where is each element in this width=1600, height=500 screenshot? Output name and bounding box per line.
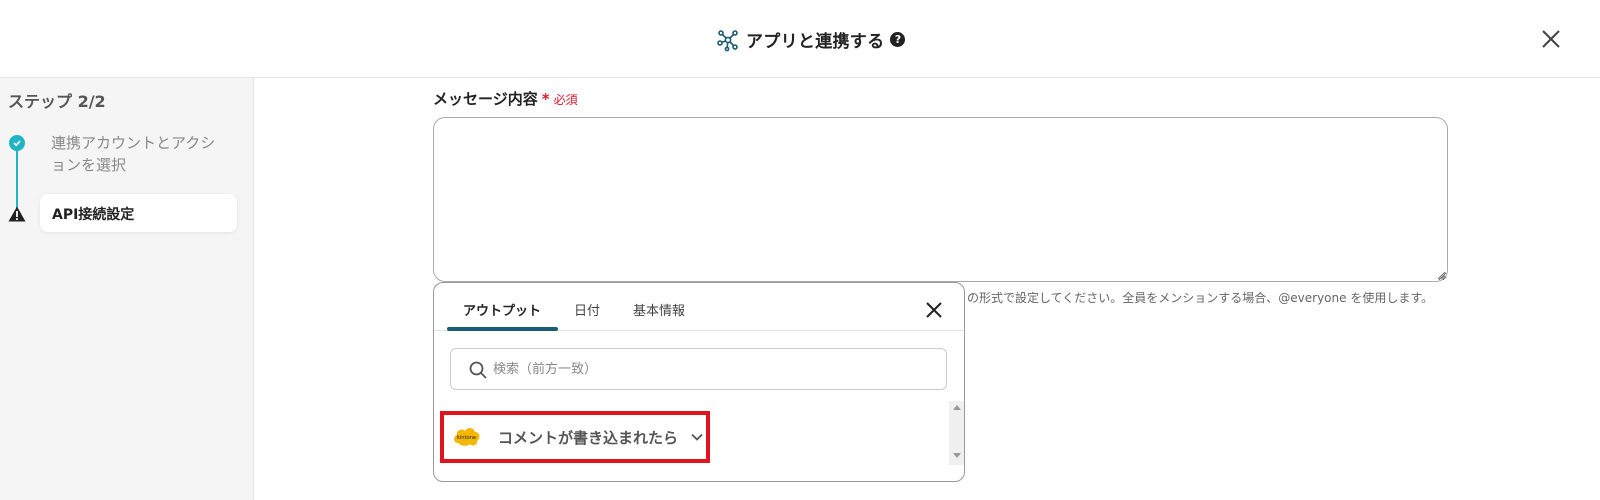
scroll-down-arrow-icon[interactable] bbox=[953, 453, 961, 458]
required-badge: 必須 bbox=[553, 93, 578, 107]
app-integration-icon bbox=[717, 29, 738, 51]
kintone-logo-icon: kintone bbox=[454, 428, 480, 446]
message-field-label: メッセージ内容 bbox=[433, 90, 538, 108]
message-field-label-group: メッセージ内容 * 必須 bbox=[433, 88, 578, 109]
page-title: アプリと連携する bbox=[746, 32, 885, 52]
tab-output[interactable]: アウトプット bbox=[463, 300, 541, 319]
output-list: kintone コメントが書き込まれたら bbox=[434, 401, 964, 481]
warning-icon bbox=[8, 206, 26, 222]
sidebar-step-label: API接続設定 bbox=[52, 207, 135, 223]
tab-basic-info[interactable]: 基本情報 bbox=[633, 300, 685, 319]
sidebar-step-select-account[interactable]: 連携アカウントとアクションを選択 bbox=[51, 132, 226, 176]
list-scrollbar[interactable] bbox=[949, 401, 964, 465]
variable-picker-popup: アウトプット 日付 基本情報 kintone コメントが書き込まれたら bbox=[433, 282, 965, 482]
list-item-label: コメントが書き込まれたら bbox=[498, 428, 679, 447]
resize-handle-icon[interactable] bbox=[1436, 270, 1446, 280]
close-icon bbox=[1542, 30, 1560, 48]
scroll-up-arrow-icon[interactable] bbox=[953, 405, 961, 410]
popup-tabs: アウトプット 日付 基本情報 bbox=[434, 283, 964, 331]
close-icon bbox=[926, 302, 942, 318]
search-input[interactable] bbox=[493, 349, 933, 389]
header-title-group: アプリと連携する ? bbox=[716, 27, 906, 52]
search-icon bbox=[469, 361, 487, 379]
modal-header: アプリと連携する ? bbox=[0, 0, 1600, 78]
step-sidebar: ステップ 2/2 連携アカウントとアクションを選択 API接続設定 bbox=[0, 78, 254, 500]
active-tab-indicator bbox=[447, 327, 558, 331]
message-content-textarea[interactable] bbox=[433, 117, 1448, 282]
close-popup-button[interactable] bbox=[924, 300, 944, 320]
kintone-logo-text: kintone bbox=[457, 435, 476, 441]
search-box bbox=[450, 348, 947, 390]
required-asterisk: * bbox=[541, 90, 550, 108]
chevron-down-icon bbox=[691, 433, 703, 441]
help-icon[interactable]: ? bbox=[890, 32, 906, 47]
list-item-kintone-comment-trigger[interactable]: kintone コメントが書き込まれたら bbox=[440, 411, 710, 463]
tab-date[interactable]: 日付 bbox=[574, 300, 600, 319]
message-help-text: の形式で設定してください。全員をメンションする場合、@everyone を使用し… bbox=[967, 291, 1434, 305]
step-complete-check-icon bbox=[9, 135, 25, 151]
sidebar-step-api-settings[interactable]: API接続設定 bbox=[40, 194, 237, 232]
close-modal-button[interactable] bbox=[1538, 26, 1564, 52]
step-count: ステップ 2/2 bbox=[8, 92, 106, 111]
